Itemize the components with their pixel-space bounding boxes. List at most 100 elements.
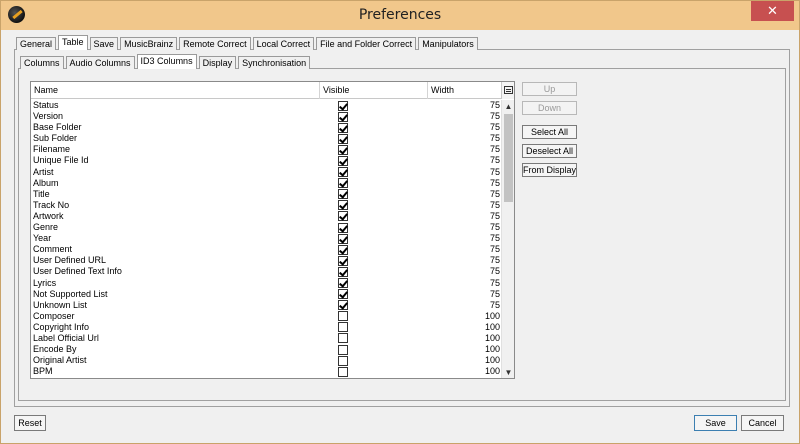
width-cell[interactable]: 100 xyxy=(485,333,500,344)
visible-checkbox[interactable] xyxy=(338,133,348,144)
table-row[interactable]: Original Artist 100 xyxy=(31,355,501,366)
table-row[interactable]: Artist 75 xyxy=(31,167,501,178)
move-up-button[interactable]: Up xyxy=(522,82,577,96)
width-cell[interactable]: 75 xyxy=(490,111,500,122)
width-cell[interactable]: 75 xyxy=(490,211,500,222)
width-cell[interactable]: 75 xyxy=(490,289,500,300)
visible-checkbox[interactable] xyxy=(338,344,348,355)
visible-checkbox[interactable] xyxy=(338,211,348,222)
width-cell[interactable]: 100 xyxy=(485,355,500,366)
tab-remote-correct[interactable]: Remote Correct xyxy=(179,37,251,50)
visible-checkbox[interactable] xyxy=(338,278,348,288)
table-row[interactable]: Base Folder 75 xyxy=(31,122,501,133)
table-row[interactable]: BPM 100 xyxy=(31,366,501,377)
width-cell[interactable]: 100 xyxy=(485,344,500,355)
visible-checkbox[interactable] xyxy=(338,322,348,333)
tab-table[interactable]: Table xyxy=(58,35,88,50)
deselect-all-button[interactable]: Deselect All xyxy=(522,144,577,158)
width-cell[interactable]: 75 xyxy=(490,266,500,277)
visible-checkbox[interactable] xyxy=(338,200,348,211)
width-cell[interactable]: 75 xyxy=(490,233,500,244)
tab-columns[interactable]: Columns xyxy=(20,56,64,69)
table-row[interactable]: Title 75 xyxy=(31,189,501,200)
tab-save[interactable]: Save xyxy=(89,37,119,50)
width-cell[interactable]: 75 xyxy=(490,244,500,255)
reset-button[interactable]: Reset xyxy=(14,415,46,431)
tab-general[interactable]: General xyxy=(16,37,57,50)
visible-checkbox[interactable] xyxy=(338,366,348,377)
visible-checkbox[interactable] xyxy=(338,167,348,178)
width-cell[interactable]: 75 xyxy=(490,278,500,289)
table-row[interactable]: Album 75 xyxy=(31,178,501,189)
visible-checkbox[interactable] xyxy=(338,111,348,122)
visible-checkbox[interactable] xyxy=(338,266,348,277)
visible-checkbox[interactable] xyxy=(338,222,348,233)
scrollbar-thumb[interactable] xyxy=(504,114,513,202)
select-all-button[interactable]: Select All xyxy=(522,125,577,139)
table-row[interactable]: Unknown List 75 xyxy=(31,300,501,311)
width-cell[interactable]: 75 xyxy=(490,167,500,178)
table-row[interactable]: Composer 100 xyxy=(31,311,501,322)
column-header-name[interactable]: Name xyxy=(31,82,320,99)
visible-checkbox[interactable] xyxy=(338,244,348,255)
save-button[interactable]: Save xyxy=(694,415,737,431)
visible-checkbox[interactable] xyxy=(338,300,348,311)
column-chooser-button[interactable] xyxy=(501,82,514,99)
table-row[interactable]: User Defined Text Info 75 xyxy=(31,266,501,277)
width-cell[interactable]: 75 xyxy=(490,200,500,211)
visible-checkbox[interactable] xyxy=(338,189,348,200)
width-cell[interactable]: 100 xyxy=(485,366,500,377)
visible-checkbox[interactable] xyxy=(338,155,348,166)
width-cell[interactable]: 75 xyxy=(490,255,500,266)
visible-checkbox[interactable] xyxy=(338,255,348,266)
scroll-down-arrow-icon[interactable]: ▼ xyxy=(502,366,514,378)
scroll-up-arrow-icon[interactable]: ▲ xyxy=(502,100,514,113)
table-row[interactable]: Lyrics 75 xyxy=(31,278,501,289)
close-button[interactable]: ✕ xyxy=(751,1,794,21)
table-row[interactable]: Comment 75 xyxy=(31,244,501,255)
visible-checkbox[interactable] xyxy=(338,233,348,244)
tab-id3-columns[interactable]: ID3 Columns xyxy=(136,54,197,69)
tab-file-and-folder-correct[interactable]: File and Folder Correct xyxy=(316,37,417,50)
table-row[interactable]: Genre 75 xyxy=(31,222,501,233)
table-vertical-scrollbar[interactable]: ▲ ▼ xyxy=(501,100,514,378)
width-cell[interactable]: 100 xyxy=(485,311,500,322)
title-bar[interactable]: Preferences ✕ xyxy=(1,1,799,30)
width-cell[interactable]: 75 xyxy=(490,155,500,166)
column-header-width[interactable]: Width xyxy=(428,82,501,99)
table-row[interactable]: Version 75 xyxy=(31,111,501,122)
width-cell[interactable]: 75 xyxy=(490,122,500,133)
table-row[interactable]: Track No 75 xyxy=(31,200,501,211)
cancel-button[interactable]: Cancel xyxy=(741,415,784,431)
visible-checkbox[interactable] xyxy=(338,100,348,111)
width-cell[interactable]: 75 xyxy=(490,178,500,189)
width-cell[interactable]: 75 xyxy=(490,189,500,200)
from-display-button[interactable]: From Display xyxy=(522,163,577,177)
table-row[interactable]: Status 75 xyxy=(31,100,501,111)
visible-checkbox[interactable] xyxy=(338,289,348,300)
tab-synchronisation[interactable]: Synchronisation xyxy=(238,56,311,69)
table-row[interactable]: User Defined URL 75 xyxy=(31,255,501,266)
tab-audio-columns[interactable]: Audio Columns xyxy=(65,56,135,69)
visible-checkbox[interactable] xyxy=(338,122,348,133)
width-cell[interactable]: 100 xyxy=(485,322,500,333)
visible-checkbox[interactable] xyxy=(338,311,348,322)
table-row[interactable]: Not Supported List 75 xyxy=(31,289,501,300)
tab-musicbrainz[interactable]: MusicBrainz xyxy=(120,37,178,50)
width-cell[interactable]: 75 xyxy=(490,144,500,155)
visible-checkbox[interactable] xyxy=(338,355,348,366)
visible-checkbox[interactable] xyxy=(338,144,348,155)
width-cell[interactable]: 75 xyxy=(490,300,500,311)
table-row[interactable]: Filename 75 xyxy=(31,144,501,155)
column-header-visible[interactable]: Visible xyxy=(320,82,428,99)
tab-manipulators[interactable]: Manipulators xyxy=(418,37,478,50)
move-down-button[interactable]: Down xyxy=(522,101,577,115)
visible-checkbox[interactable] xyxy=(338,178,348,189)
table-row[interactable]: Sub Folder 75 xyxy=(31,133,501,144)
table-row[interactable]: Copyright Info 100 xyxy=(31,322,501,333)
tab-local-correct[interactable]: Local Correct xyxy=(252,37,315,50)
width-cell[interactable]: 75 xyxy=(490,133,500,144)
table-row[interactable]: Year 75 xyxy=(31,233,501,244)
table-row[interactable]: Label Official Url 100 xyxy=(31,333,501,344)
visible-checkbox[interactable] xyxy=(338,333,348,344)
